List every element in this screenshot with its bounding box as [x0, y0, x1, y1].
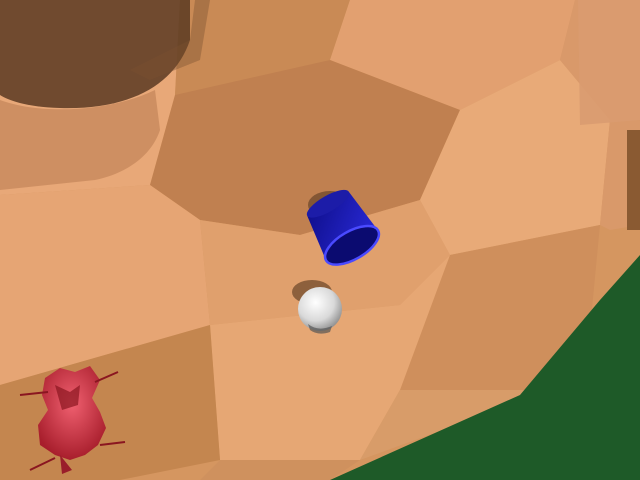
right-wall	[578, 0, 640, 125]
right-post	[627, 130, 640, 230]
scene-canvas	[0, 0, 640, 480]
